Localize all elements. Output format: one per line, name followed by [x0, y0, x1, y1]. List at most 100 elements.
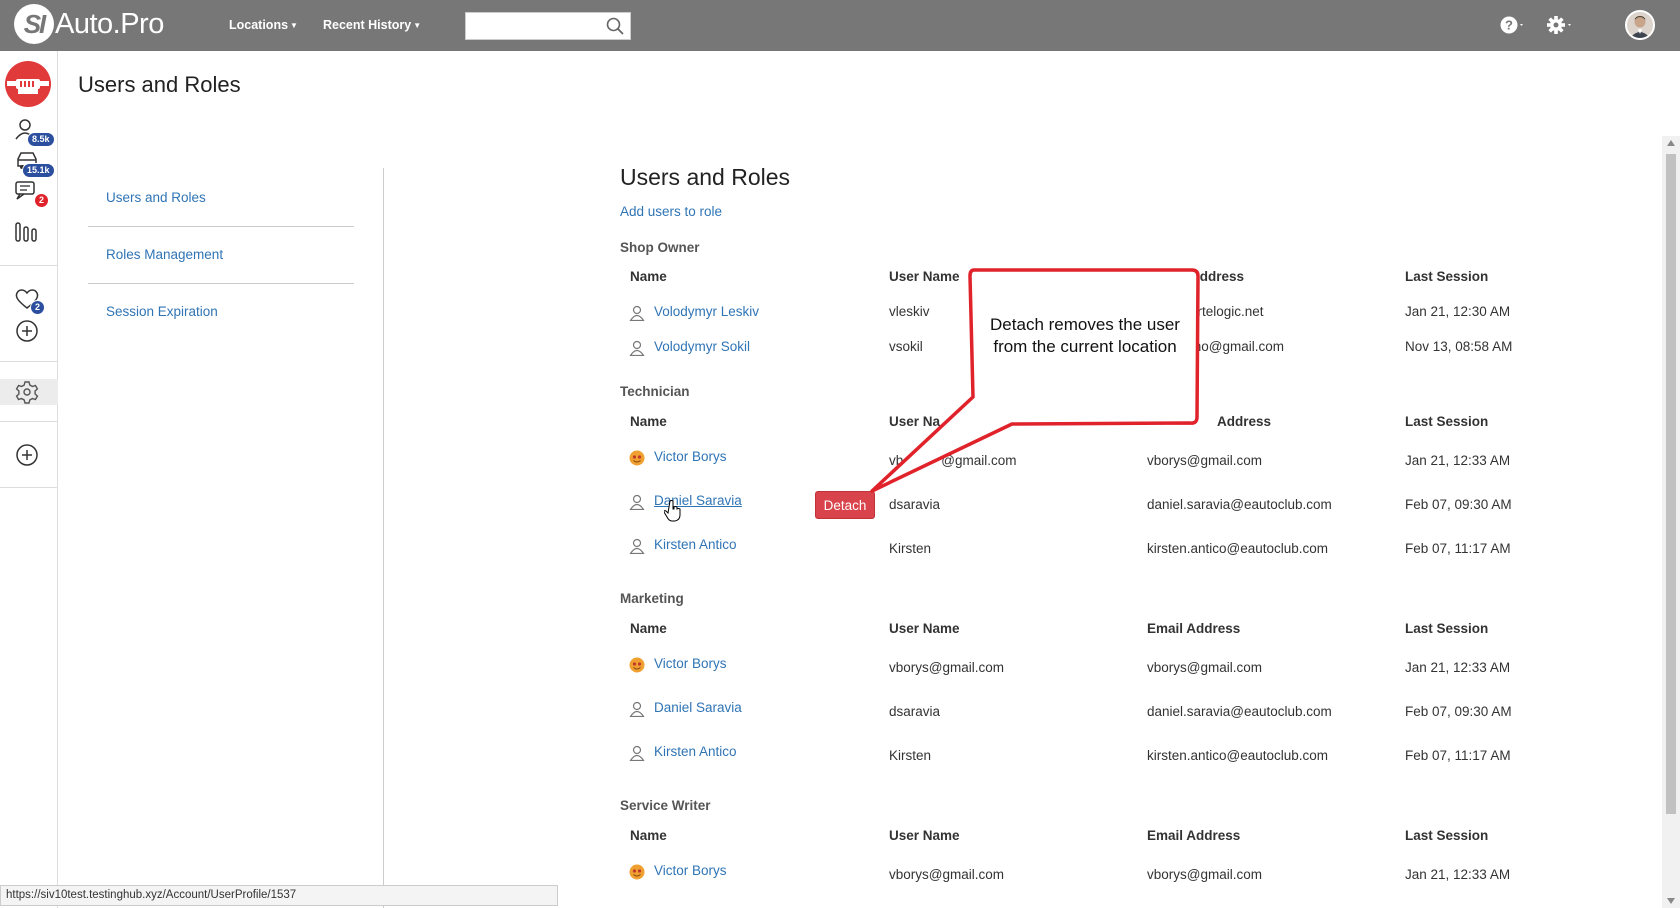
top-navbar: SI Auto.Pro Locations ▼ Recent History ▼ ? — [0, 0, 1680, 51]
scroll-thumb[interactable] — [1666, 154, 1676, 814]
user-email: kirsten.antico@eautoclub.com — [1147, 748, 1329, 763]
browser-status-bar: https://siv10test.testinghub.xyz/Account… — [0, 885, 558, 906]
user-outline-icon — [629, 745, 645, 762]
user-email: vborys@gmail.com — [1147, 867, 1262, 882]
settings-nav[interactable] — [14, 379, 44, 407]
user-name-link[interactable]: Victor Borys — [654, 863, 727, 878]
user-avatar[interactable] — [1625, 10, 1655, 40]
user-name-link[interactable]: Victor Borys — [654, 656, 727, 671]
menu-item-users-and-roles[interactable]: Users and Roles — [88, 170, 354, 227]
reports-nav[interactable] — [14, 219, 44, 247]
recent-history-menu[interactable]: Recent History ▼ — [323, 18, 421, 32]
hand-cursor-icon — [663, 500, 682, 525]
user-login: Kirsten — [889, 748, 932, 763]
user-name-link[interactable]: Victor Borys — [654, 449, 727, 464]
search-box — [465, 12, 631, 40]
column-header-last-session: Last Session — [1405, 269, 1489, 284]
app-home-logo[interactable] — [5, 61, 51, 107]
bar-chart-icon — [15, 222, 37, 242]
role-section-service-writer: Service Writer — [620, 798, 1540, 813]
avatar-photo-icon — [629, 450, 645, 466]
user-outline-icon — [629, 538, 645, 555]
column-header-name: Name — [630, 414, 667, 429]
left-icon-rail: 8.5k 15.1k 2 2 — [0, 51, 58, 908]
user-last-session: Feb 07, 09:30 AM — [1405, 704, 1512, 719]
search-input[interactable] — [466, 13, 596, 39]
callout-text: Detach removes the user from the current… — [990, 315, 1180, 356]
help-menu[interactable]: ? — [1500, 14, 1526, 39]
scroll-up-arrow-icon[interactable] — [1667, 140, 1675, 146]
vehicles-nav[interactable]: 15.1k — [14, 149, 55, 178]
caret-down-icon: ▼ — [413, 21, 422, 31]
search-icon[interactable] — [606, 17, 624, 38]
page-scrollbar[interactable] — [1662, 136, 1680, 908]
logo-mark: SI — [14, 4, 54, 44]
customers-nav[interactable]: 8.5k — [14, 117, 55, 147]
user-last-session: Jan 21, 12:30 AM — [1405, 304, 1511, 319]
section-heading: Users and Roles — [620, 164, 791, 190]
add-users-to-role-link[interactable]: Add users to role — [620, 204, 722, 219]
user-name-link[interactable]: Kirsten Antico — [654, 537, 737, 552]
add-nav[interactable] — [14, 443, 44, 471]
user-name-link[interactable]: Kirsten Antico — [654, 744, 737, 759]
rail-divider — [0, 421, 58, 422]
user-last-session: Jan 21, 12:33 AM — [1405, 867, 1511, 882]
scroll-down-arrow-icon[interactable] — [1667, 898, 1675, 904]
user-email: vborys@gmail.com — [1147, 660, 1262, 675]
recent-history-label: Recent History — [323, 18, 412, 32]
role-section-marketing: Marketing — [620, 591, 1540, 606]
rail-divider — [0, 361, 58, 362]
callout-bubble — [870, 268, 1200, 493]
rail-divider — [0, 487, 58, 488]
add-favorite-nav[interactable] — [14, 319, 44, 347]
help-icon: ? — [1500, 16, 1523, 34]
role-section-shop-owner: Shop Owner — [620, 240, 1540, 255]
menu-item-roles-management[interactable]: Roles Management — [88, 227, 354, 284]
column-header-user-name: User Name — [889, 828, 960, 843]
avatar-photo-icon — [629, 657, 645, 673]
wrench-car-icon — [7, 79, 49, 94]
caret-down-icon: ▼ — [290, 21, 298, 31]
user-last-session: Jan 21, 12:33 AM — [1405, 660, 1511, 675]
user-last-session: Feb 07, 11:17 AM — [1405, 748, 1511, 763]
user-email: daniel.saravia@eautoclub.com — [1147, 704, 1332, 719]
role-title: Marketing — [620, 591, 684, 606]
user-last-session: Feb 07, 11:17 AM — [1405, 541, 1511, 556]
locations-label: Locations — [229, 18, 289, 32]
plus-circle-icon — [16, 444, 38, 466]
column-header-name: Name — [630, 828, 667, 843]
settings-side-menu: Users and Roles Roles Management Session… — [88, 170, 354, 341]
role-title: Service Writer — [620, 798, 711, 813]
user-email: kirsten.antico@eautoclub.com — [1147, 541, 1329, 556]
user-name-link[interactable]: Daniel Saravia — [654, 700, 742, 715]
user-photo-icon — [1627, 12, 1653, 38]
user-login: Kirsten — [889, 541, 932, 556]
plus-circle-icon — [16, 320, 38, 342]
menu-item-session-expiration[interactable]: Session Expiration — [88, 284, 354, 341]
column-header-last-session: Last Session — [1405, 828, 1489, 843]
gear-icon — [1547, 16, 1571, 34]
settings-menu-top[interactable] — [1546, 14, 1574, 39]
column-header-last-session: Last Session — [1405, 414, 1489, 429]
user-name-link[interactable]: Volodymyr Leskiv — [654, 304, 759, 319]
user-outline-icon — [629, 701, 645, 718]
messages-nav[interactable]: 2 — [14, 179, 50, 208]
favorites-nav[interactable]: 2 — [14, 287, 46, 315]
column-header-email: Address — [1217, 414, 1272, 429]
content-divider — [383, 168, 384, 908]
user-outline-icon — [629, 340, 645, 357]
favorites-count-badge: 2 — [30, 300, 46, 315]
svg-text:?: ? — [1505, 18, 1513, 33]
locations-menu[interactable]: Locations ▼ — [229, 18, 298, 32]
app-logo[interactable]: SI Auto.Pro — [14, 4, 164, 44]
user-name-link[interactable]: Volodymyr Sokil — [654, 339, 750, 354]
user-last-session: Jan 21, 12:33 AM — [1405, 453, 1511, 468]
user-login: vborys@gmail.com — [889, 660, 1004, 675]
column-header-name: Name — [630, 621, 667, 636]
column-header-last-session: Last Session — [1405, 621, 1489, 636]
role-title: Shop Owner — [620, 240, 700, 255]
avatar-photo-icon — [629, 864, 645, 880]
customers-count-badge: 8.5k — [27, 132, 55, 147]
column-header-email: Email Address — [1147, 828, 1241, 843]
user-last-session: Feb 07, 09:30 AM — [1405, 497, 1512, 512]
